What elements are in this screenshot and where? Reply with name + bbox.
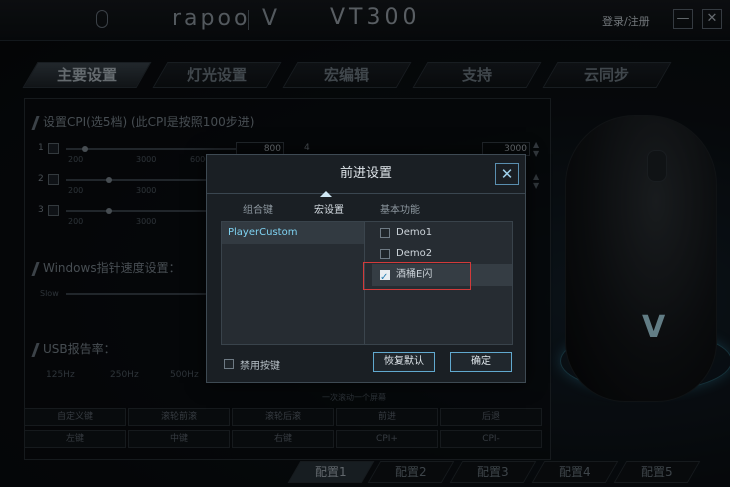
disable-key-checkbox[interactable]	[224, 359, 234, 369]
macro-item-label: Demo1	[396, 227, 433, 238]
dialog-tab-combo-keys[interactable]: 组合键	[243, 201, 273, 216]
dialog-divider	[207, 193, 525, 194]
dialog-title: 前进设置	[339, 166, 392, 181]
dialog-tab-basic[interactable]: 基本功能	[380, 201, 420, 216]
restore-default-button[interactable]: 恢复默认	[373, 352, 435, 372]
highlight-annotation	[363, 262, 471, 290]
macro-item-demo1[interactable]: Demo1	[372, 222, 512, 244]
macro-group-label: PlayerCustom	[228, 227, 298, 238]
macro-checkbox[interactable]	[380, 249, 390, 259]
dialog-tab-macro[interactable]: 宏设置	[314, 201, 344, 216]
macro-group-item[interactable]: PlayerCustom	[222, 222, 364, 244]
ok-button[interactable]: 确定	[450, 352, 512, 372]
macro-checkbox[interactable]	[380, 228, 390, 238]
active-tab-indicator	[320, 191, 332, 197]
dialog-close-button[interactable]: ✕	[495, 163, 519, 185]
disable-key-label: 禁用按键	[240, 361, 280, 372]
